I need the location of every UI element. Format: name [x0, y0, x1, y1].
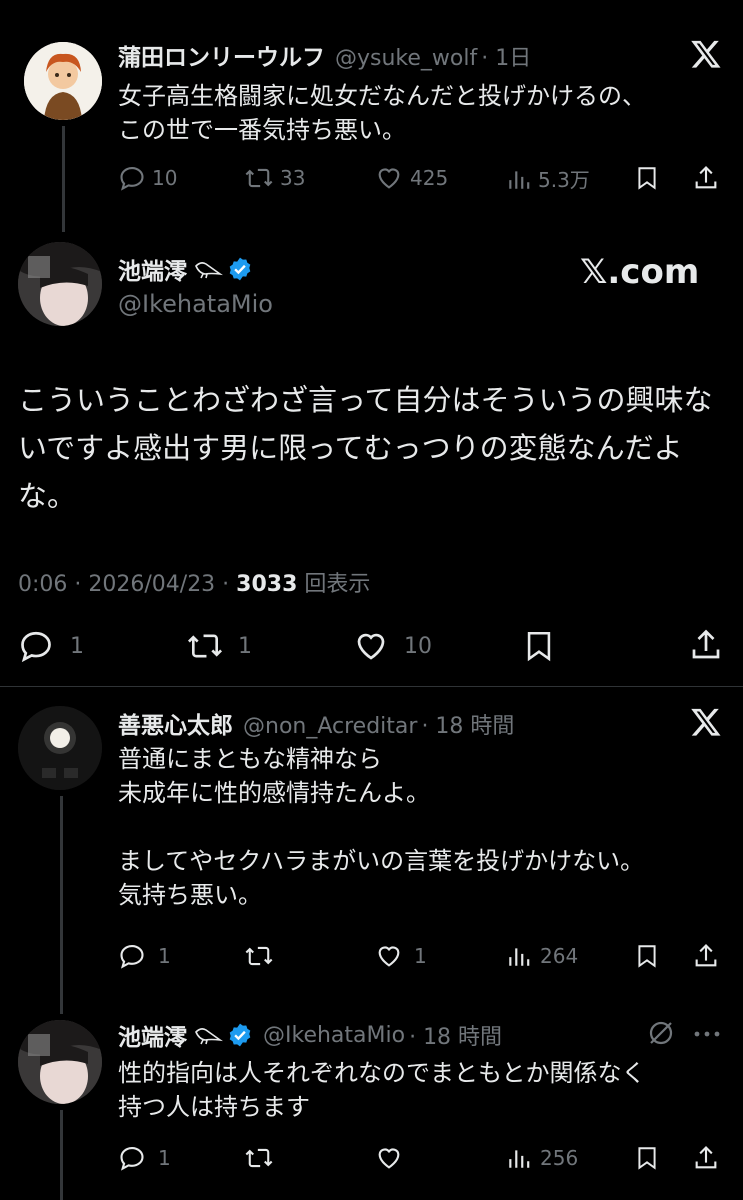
reply-button[interactable]: 1	[118, 1144, 171, 1172]
author-name[interactable]: 蒲田ロンリーウルフ	[118, 38, 325, 72]
heart-icon	[378, 946, 400, 967]
views-count: 5.3万	[538, 168, 590, 192]
views-icon	[509, 1150, 530, 1168]
share-button[interactable]	[692, 164, 720, 192]
reply-icon	[120, 945, 144, 969]
timestamp[interactable]: · 18 時間	[409, 1019, 502, 1051]
retweet-button[interactable]: 1	[186, 628, 252, 664]
share-button[interactable]	[692, 942, 720, 970]
retweet-icon	[245, 1148, 273, 1168]
timestamp[interactable]: · 1日	[481, 40, 531, 72]
divider	[0, 686, 743, 687]
share-icon	[695, 166, 717, 189]
heart-icon	[378, 168, 400, 189]
retweet-button[interactable]	[244, 1144, 274, 1172]
bookmark-icon	[638, 167, 656, 190]
like-button[interactable]: 1	[374, 942, 427, 970]
like-button[interactable]	[374, 1144, 404, 1172]
verified-badge-icon	[229, 1023, 251, 1047]
view-label: 回表示	[297, 572, 371, 597]
like-button[interactable]: 425	[374, 164, 448, 192]
bookmark-icon	[527, 631, 551, 662]
x-logo-icon	[690, 38, 722, 74]
grok-icon[interactable]	[646, 1018, 676, 1052]
bookmark-button[interactable]	[634, 164, 660, 192]
author-handle[interactable]: @IkehataMio	[263, 1023, 405, 1048]
retweet-icon	[245, 946, 273, 966]
views-count: 264	[540, 944, 579, 968]
share-icon	[695, 944, 717, 967]
main-header: 池端澪	[118, 252, 253, 286]
views-button[interactable]: 264	[506, 942, 578, 970]
bookmark-button[interactable]	[634, 942, 660, 970]
reply2-header: 池端澪 @IkehataMio · 18 時間	[118, 1018, 502, 1052]
bookmark-icon	[638, 945, 656, 968]
views-button[interactable]: 5.3万	[506, 164, 590, 193]
thread-line	[62, 126, 65, 232]
author-handle[interactable]: @IkehataMio	[118, 290, 273, 318]
avatar-ikehatamio[interactable]	[18, 1020, 102, 1104]
view-count: 3033	[236, 572, 298, 597]
reply-count: 1	[158, 944, 171, 968]
like-button[interactable]: 10	[352, 628, 432, 664]
more-options-icon[interactable]	[692, 1022, 722, 1050]
main-meta: 0:06 · 2026/04/23 · 3033 回表示	[18, 566, 370, 598]
bird-icon	[195, 1028, 223, 1045]
share-button[interactable]	[688, 626, 724, 664]
retweet-button[interactable]: 33	[244, 164, 305, 192]
author-name[interactable]: 池端澪	[118, 252, 187, 286]
like-count: 10	[404, 633, 432, 659]
like-count: 425	[410, 166, 449, 190]
x-logo-icon	[690, 706, 722, 742]
reply-button[interactable]: 1	[18, 628, 84, 664]
avatar-ysuke-wolf[interactable]	[24, 42, 102, 120]
tweet1-header: 蒲田ロンリーウルフ @ysuke_wolf · 1日	[118, 38, 531, 72]
share-icon	[692, 629, 720, 659]
reply-icon	[120, 1147, 144, 1171]
retweet-count: 33	[280, 166, 306, 190]
reply1-text: 普通にまともな精神なら 未成年に性的感情持たんよ。 ましてやセクハラまがいの言葉…	[118, 745, 645, 909]
retweet-button[interactable]	[244, 942, 274, 970]
reply-button[interactable]: 1	[118, 942, 171, 970]
views-button[interactable]: 256	[506, 1144, 578, 1172]
main-text: こういうことわざわざ言って自分はそういうの興味ないですよ感出す男に限ってむっつり…	[18, 383, 713, 513]
share-icon	[695, 1146, 717, 1169]
reply-count: 1	[158, 1146, 171, 1170]
reply1-header: 善悪心太郎 @non_Acreditar · 18 時間	[118, 706, 514, 740]
bookmark-button[interactable]	[522, 628, 556, 664]
bookmark-icon	[638, 1147, 656, 1170]
reply-count: 1	[70, 633, 84, 659]
post-timestamp[interactable]: 0:06 · 2026/04/23 ·	[18, 572, 236, 597]
bird-icon	[195, 262, 223, 279]
reply-icon	[21, 631, 51, 663]
avatar-ikehatamio[interactable]	[18, 242, 102, 326]
author-name[interactable]: 池端澪	[118, 1018, 187, 1052]
heart-icon	[357, 633, 385, 660]
thread-line	[60, 1110, 63, 1200]
thread-line	[60, 796, 63, 1014]
views-icon	[509, 170, 530, 189]
author-name[interactable]: 善悪心太郎	[118, 706, 233, 740]
avatar-non-acreditar[interactable]	[18, 706, 102, 790]
author-handle[interactable]: @ysuke_wolf	[335, 46, 477, 71]
like-count: 1	[414, 944, 427, 968]
tweet1-text: 女子高生格闘家に処女だなんだと投げかけるの、 この世で一番気持ち悪い。	[118, 82, 646, 144]
views-icon	[509, 948, 530, 966]
retweet-count: 1	[238, 633, 252, 659]
reply2-text: 性的指向は人それぞれなのでまともとか関係なく 持つ人は持ちます	[118, 1059, 646, 1121]
reply-button[interactable]: 10	[118, 164, 177, 192]
heart-icon	[378, 1148, 400, 1169]
author-handle[interactable]: @non_Acreditar	[243, 714, 417, 739]
reply-count: 10	[152, 166, 178, 190]
views-count: 256	[540, 1146, 579, 1170]
retweet-icon	[187, 634, 223, 658]
retweet-icon	[245, 168, 273, 188]
verified-badge-icon	[229, 257, 251, 281]
reply-icon	[120, 167, 144, 191]
share-button[interactable]	[692, 1144, 720, 1172]
x-com-watermark: 𝕏.com	[580, 252, 700, 292]
bookmark-button[interactable]	[634, 1144, 660, 1172]
timestamp[interactable]: · 18 時間	[421, 708, 514, 740]
